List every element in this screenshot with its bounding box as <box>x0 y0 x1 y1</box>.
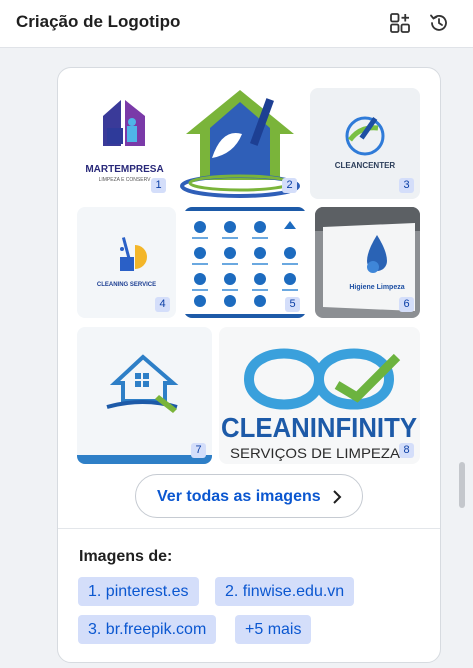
image-1-subcaption: LIMPEZA E CONSERV <box>99 177 152 183</box>
image-number-badge: 5 <box>285 297 300 312</box>
image-result-1[interactable]: MARTEMPRESA LIMPEZA E CONSERV 1 <box>77 88 172 199</box>
source-link-pinterest[interactable]: 1. pinterest.es <box>78 577 199 606</box>
scrollbar-thumb[interactable] <box>459 462 465 508</box>
panel-header: Criação de Logotipo <box>0 0 473 48</box>
see-all-images-label: Ver todas as imagens <box>157 488 321 505</box>
image-number-badge: 1 <box>151 178 166 193</box>
source-link-freepik[interactable]: 3. br.freepik.com <box>78 615 217 644</box>
image-8-subcaption: SERVIÇOS DE LIMPEZA <box>230 445 401 461</box>
image-4-caption: CLEANING SERVICE <box>97 282 156 288</box>
see-all-images-button[interactable]: Ver todas as imagens <box>135 474 363 518</box>
image-result-2[interactable]: 2 <box>178 88 303 199</box>
image-number-badge: 4 <box>155 297 170 312</box>
image-number-badge: 3 <box>399 178 414 193</box>
image-8-caption: CLEANINFINITY <box>221 412 417 443</box>
sources-title: Imagens de: <box>79 548 173 565</box>
section-divider <box>58 528 440 529</box>
image-result-4[interactable]: CLEANING SERVICE 4 <box>77 207 176 318</box>
more-sources-chip[interactable]: +5 mais <box>235 615 312 644</box>
image-number-badge: 7 <box>191 443 206 458</box>
image-number-badge: 6 <box>399 297 414 312</box>
image-3-caption: CLEANCENTER <box>335 161 396 170</box>
image-result-5[interactable]: 5 <box>184 207 306 318</box>
panel-title: Criação de Logotipo <box>16 12 181 31</box>
source-link-finwise[interactable]: 2. finwise.edu.vn <box>215 577 355 606</box>
image-result-8[interactable]: CLEANINFINITY SERVIÇOS DE LIMPEZA 8 <box>219 327 420 464</box>
image-1-caption: MARTEMPRESA <box>85 164 163 175</box>
image-result-7[interactable]: 7 <box>77 327 212 464</box>
image-result-6[interactable]: Higiene Limpeza 6 <box>315 207 420 318</box>
image-number-badge: 8 <box>399 443 414 458</box>
image-6-caption: Higiene Limpeza <box>349 284 404 291</box>
new-chat-icon[interactable] <box>389 12 411 34</box>
chevron-right-icon <box>333 490 342 504</box>
image-result-3[interactable]: CLEANCENTER 3 <box>310 88 420 199</box>
image-results-card: MARTEMPRESA LIMPEZA E CONSERV 1 2 CLEANC… <box>57 67 441 663</box>
history-icon[interactable] <box>428 12 450 34</box>
image-number-badge: 2 <box>282 178 297 193</box>
